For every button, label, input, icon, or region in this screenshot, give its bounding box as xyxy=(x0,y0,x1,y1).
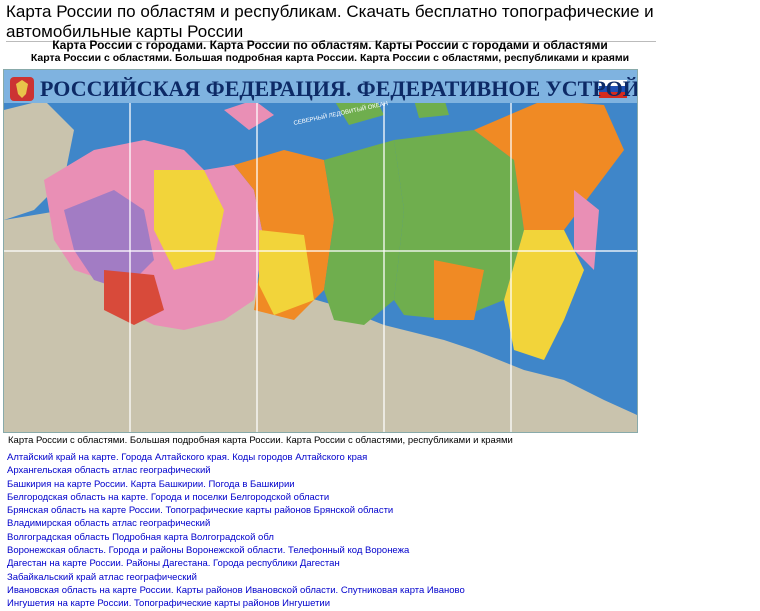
region-link[interactable]: Владимирская область атлас географически… xyxy=(7,518,210,529)
page-title: Карта России по областям и республикам. … xyxy=(6,2,654,41)
region-links-list: Алтайский край на карте. Города Алтайско… xyxy=(7,451,465,611)
russia-federal-map[interactable]: РОССИЙСКАЯ ФЕДЕРАЦИЯ. ФЕДЕРАТИВНОЕ УСТРО… xyxy=(3,69,638,433)
region-link[interactable]: Дагестан на карте России. Районы Дагеста… xyxy=(7,558,340,569)
list-item: Брянская область на карте России. Топогр… xyxy=(7,504,465,517)
region-link[interactable]: Воронежская область. Города и районы Вор… xyxy=(7,545,409,556)
list-item: Ивановская область на карте России. Карт… xyxy=(7,584,465,597)
region-link[interactable]: Брянская область на карте России. Топогр… xyxy=(7,505,393,516)
region-link[interactable]: Ивановская область на карте России. Карт… xyxy=(7,585,465,596)
list-item: Владимирская область атлас географически… xyxy=(7,517,465,530)
list-item: Архангельская область атлас географическ… xyxy=(7,464,465,477)
list-item: Дагестан на карте России. Районы Дагеста… xyxy=(7,557,465,570)
list-item: Алтайский край на карте. Города Алтайско… xyxy=(7,451,465,464)
region-link[interactable]: Башкирия на карте России. Карта Башкирии… xyxy=(7,479,295,490)
list-item: Волгоградская область Подробная карта Во… xyxy=(7,531,465,544)
map-graphic: РОССИЙСКАЯ ФЕДЕРАЦИЯ. ФЕДЕРАТИВНОЕ УСТРО… xyxy=(4,70,637,432)
list-item: Башкирия на карте России. Карта Башкирии… xyxy=(7,478,465,491)
list-item: Ингушетия на карте России. Топографическ… xyxy=(7,597,465,610)
map-caption: Карта России с областями. Большая подроб… xyxy=(8,435,513,446)
region-link[interactable]: Архангельская область атлас географическ… xyxy=(7,465,211,476)
region-link[interactable]: Забайкальский край атлас географический xyxy=(7,572,197,583)
map-banner-title: РОССИЙСКАЯ ФЕДЕРАЦИЯ. ФЕДЕРАТИВНОЕ УСТРО… xyxy=(40,76,637,101)
list-item: Белгородская область на карте. Города и … xyxy=(7,491,465,504)
list-item: Воронежская область. Города и районы Вор… xyxy=(7,544,465,557)
list-item: Забайкальский край атлас географический xyxy=(7,571,465,584)
region-link[interactable]: Белгородская область на карте. Города и … xyxy=(7,492,329,503)
region-link[interactable]: Волгоградская область Подробная карта Во… xyxy=(7,532,274,543)
page-subtitle-secondary: Карта России с областями. Большая подроб… xyxy=(30,52,630,64)
region-link[interactable]: Алтайский край на карте. Города Алтайско… xyxy=(7,452,367,463)
